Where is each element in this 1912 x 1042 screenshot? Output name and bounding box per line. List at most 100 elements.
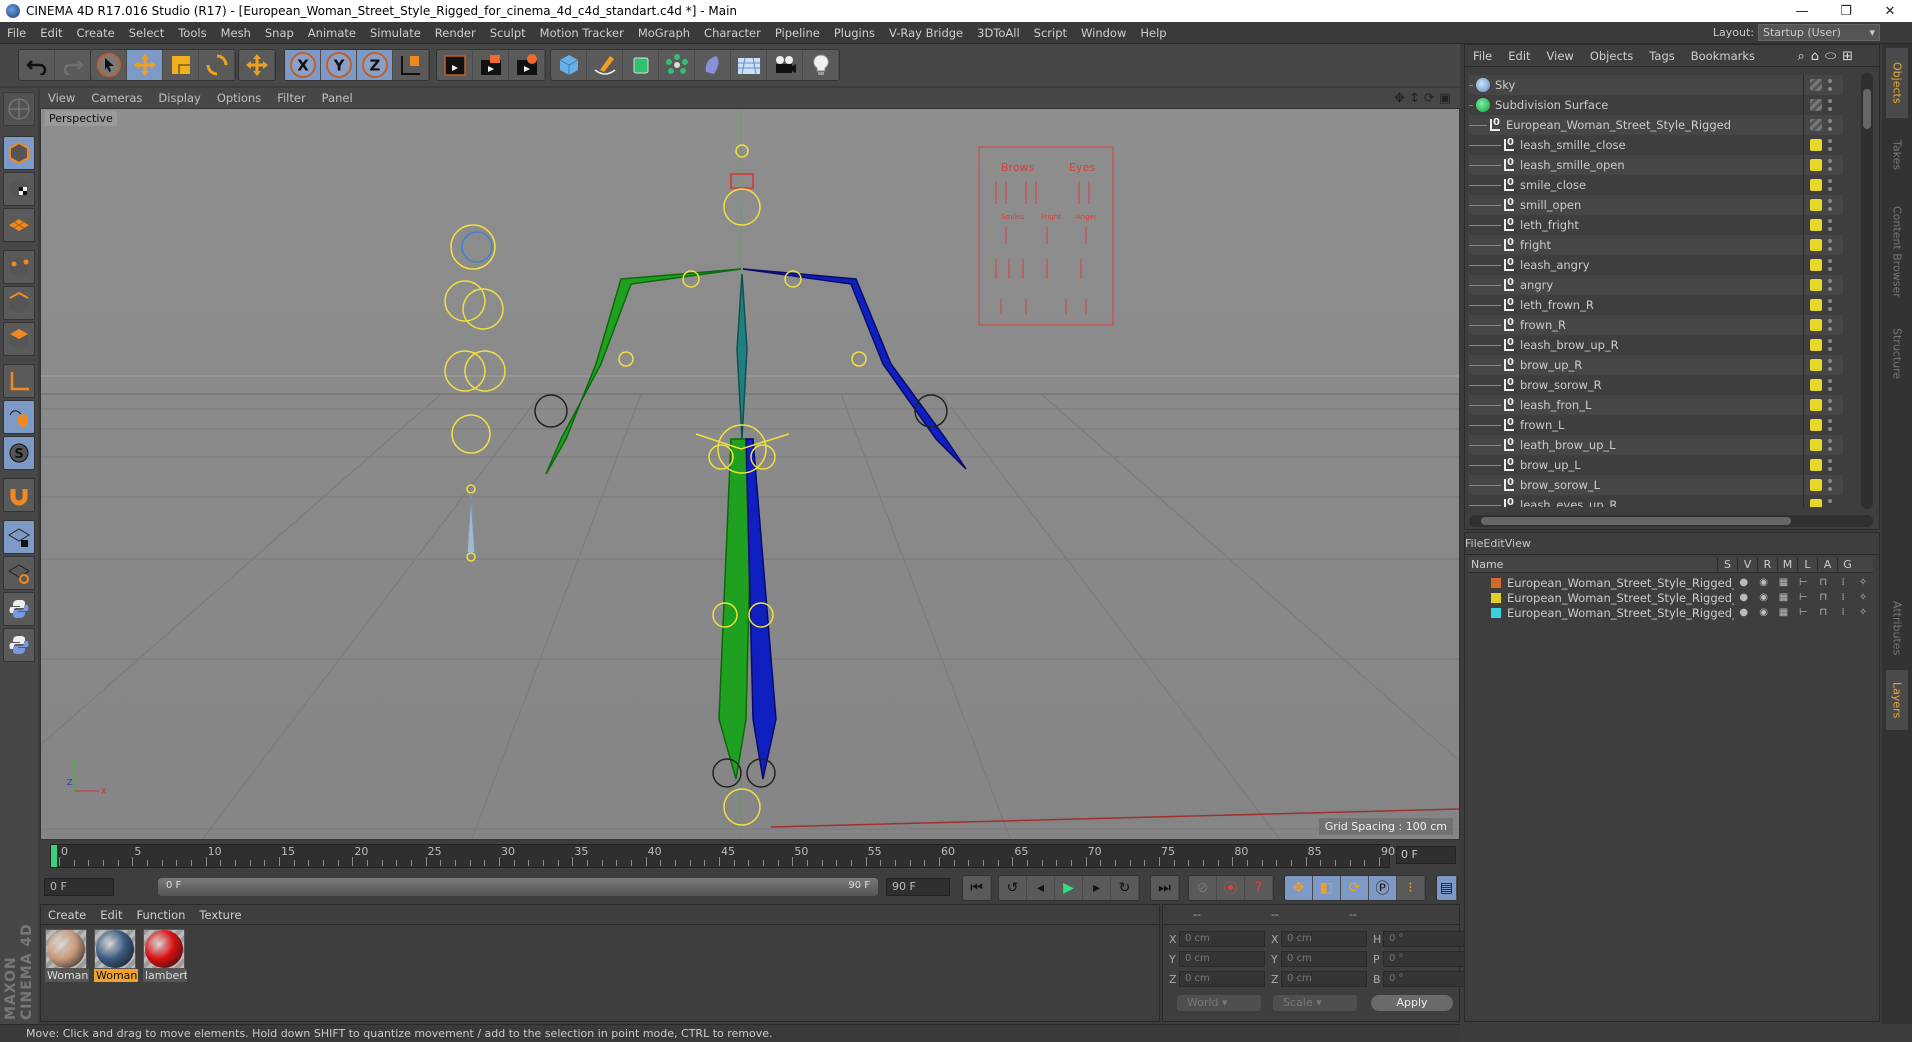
go-to-end-icon[interactable]: ⏭ <box>1151 876 1179 900</box>
manager-icon[interactable]: ⊢ <box>1793 577 1813 588</box>
manager-icon[interactable]: ⊢ <box>1793 592 1813 603</box>
material-menu-edit[interactable]: Edit <box>93 908 129 922</box>
visibility-toggle-icon[interactable] <box>1828 199 1832 211</box>
layer-column-s[interactable]: S <box>1717 558 1737 571</box>
render-clapper-icon[interactable]: ▦ <box>1774 577 1794 588</box>
layer-color-swatch[interactable] <box>1810 459 1822 471</box>
orbit-icon[interactable]: ⟳ <box>1424 91 1435 106</box>
visibility-toggle-icon[interactable] <box>1828 159 1832 171</box>
deformer-icon[interactable] <box>695 50 731 80</box>
lock-icon[interactable]: ⊓ <box>1813 577 1833 588</box>
object-row[interactable]: 0 frown_L <box>1469 415 1843 435</box>
object-row[interactable]: Sky <box>1469 75 1843 95</box>
minimize-button[interactable]: — <box>1780 0 1824 22</box>
animation-icon[interactable]: ⁞ <box>1833 592 1853 603</box>
visibility-toggle-icon[interactable] <box>1828 279 1832 291</box>
search-icon[interactable]: ⌕ <box>1797 49 1804 64</box>
key-pla-icon[interactable]: ⁝ <box>1397 876 1425 900</box>
visibility-toggle-icon[interactable] <box>1828 499 1832 507</box>
visibility-toggle-icon[interactable] <box>1828 239 1832 251</box>
python-script-icon[interactable] <box>3 628 35 662</box>
menu-plugins[interactable]: Plugins <box>827 26 882 40</box>
current-frame-field[interactable]: 0 F <box>1396 846 1456 864</box>
start-frame-field[interactable]: 0 F <box>44 878 114 896</box>
camera-icon[interactable] <box>767 50 803 80</box>
move-recent-icon[interactable] <box>239 50 275 80</box>
cube-icon[interactable] <box>551 50 587 80</box>
visibility-toggle-icon[interactable] <box>1828 359 1832 371</box>
render-settings-icon[interactable] <box>509 50 545 80</box>
solo-dot-icon[interactable]: ● <box>1734 607 1754 618</box>
texture-mode-icon[interactable] <box>3 172 35 206</box>
layer-color-swatch[interactable] <box>1810 379 1822 391</box>
side-tab-layers[interactable]: Layers <box>1886 670 1908 730</box>
layer-color-swatch[interactable] <box>1810 79 1822 91</box>
material-item[interactable]: Woman <box>94 929 138 985</box>
animation-icon[interactable]: ⁞ <box>1833 577 1853 588</box>
floor-icon[interactable] <box>731 50 767 80</box>
menu-character[interactable]: Character <box>697 26 768 40</box>
menu-animate[interactable]: Animate <box>301 26 363 40</box>
model-mode-icon[interactable] <box>3 136 35 170</box>
maximize-view-icon[interactable]: ▣ <box>1439 91 1451 106</box>
menu-help[interactable]: Help <box>1133 26 1173 40</box>
step-back-icon[interactable]: ◂ <box>1027 876 1055 900</box>
menu-create[interactable]: Create <box>70 26 122 40</box>
visibility-toggle-icon[interactable] <box>1828 419 1832 431</box>
frame-range-slider[interactable]: 0 F 90 F <box>158 878 878 896</box>
layer-column-v[interactable]: V <box>1737 558 1757 571</box>
position-field[interactable]: 0 cm <box>1179 931 1265 947</box>
object-horizontal-scrollbar[interactable] <box>1469 515 1873 527</box>
viewport-menu-panel[interactable]: Panel <box>314 91 361 105</box>
rotate-icon[interactable] <box>199 50 235 80</box>
animation-icon[interactable]: ⁞ <box>1833 607 1853 618</box>
object-row[interactable]: 0 brow_up_L <box>1469 455 1843 475</box>
object-row[interactable]: 0 leash_brow_up_R <box>1469 335 1843 355</box>
move-icon[interactable] <box>127 50 163 80</box>
object-row[interactable]: 0 leth_fright <box>1469 215 1843 235</box>
layer-column-r[interactable]: R <box>1757 558 1777 571</box>
menu-motion-tracker[interactable]: Motion Tracker <box>533 26 631 40</box>
visibility-toggle-icon[interactable] <box>1828 319 1832 331</box>
cloner-icon[interactable] <box>659 50 695 80</box>
polygons-mode-icon[interactable] <box>3 322 35 356</box>
visible-eye-icon[interactable]: ◉ <box>1754 592 1774 603</box>
generator-icon[interactable]: ✧ <box>1853 577 1873 588</box>
edges-mode-icon[interactable] <box>3 286 35 320</box>
visibility-toggle-icon[interactable] <box>1828 219 1832 231</box>
coordinate-system-icon[interactable] <box>393 50 429 80</box>
pan-icon[interactable]: ✥ <box>1394 91 1405 106</box>
object-row[interactable]: 0 leash_smille_close <box>1469 135 1843 155</box>
layer-column-name[interactable]: Name <box>1469 558 1717 571</box>
object-menu-edit[interactable]: Edit <box>1500 49 1538 63</box>
subdivision-icon[interactable] <box>623 50 659 80</box>
position-field[interactable]: 0 cm <box>1179 971 1265 987</box>
points-mode-icon[interactable] <box>3 250 35 284</box>
layer-color-swatch[interactable] <box>1810 99 1822 111</box>
python-icon[interactable] <box>3 592 35 626</box>
object-row[interactable]: 0 European_Woman_Street_Style_Rigged <box>1469 115 1843 135</box>
material-preview[interactable] <box>143 929 185 969</box>
size-field[interactable]: 0 cm <box>1281 951 1367 967</box>
layer-menu-file[interactable]: File <box>1465 537 1483 550</box>
layer-color-swatch[interactable] <box>1810 159 1822 171</box>
layer-column-l[interactable]: L <box>1797 558 1817 571</box>
key-param-icon[interactable]: Ⓟ <box>1369 876 1397 900</box>
side-tab-takes[interactable]: Takes <box>1886 120 1908 190</box>
visibility-toggle-icon[interactable] <box>1828 379 1832 391</box>
object-row[interactable]: 0 fright <box>1469 235 1843 255</box>
home-icon[interactable]: ⌂ <box>1811 49 1819 64</box>
viewport-menu-filter[interactable]: Filter <box>269 91 313 105</box>
object-menu-tags[interactable]: Tags <box>1641 49 1682 63</box>
light-icon[interactable] <box>803 50 839 80</box>
rotation-field[interactable]: 0 ° <box>1383 951 1469 967</box>
solo-dot-icon[interactable]: ● <box>1734 592 1754 603</box>
menu-select[interactable]: Select <box>122 26 171 40</box>
axis-mode-icon[interactable] <box>3 364 35 398</box>
manager-icon[interactable]: ⊢ <box>1793 607 1813 618</box>
viewport-menu-cameras[interactable]: Cameras <box>83 91 150 105</box>
object-row[interactable]: 0 leash_fron_L <box>1469 395 1843 415</box>
menu-snap[interactable]: Snap <box>258 26 301 40</box>
menu-render[interactable]: Render <box>428 26 483 40</box>
keyframe-help-icon[interactable]: ? <box>1245 876 1273 900</box>
